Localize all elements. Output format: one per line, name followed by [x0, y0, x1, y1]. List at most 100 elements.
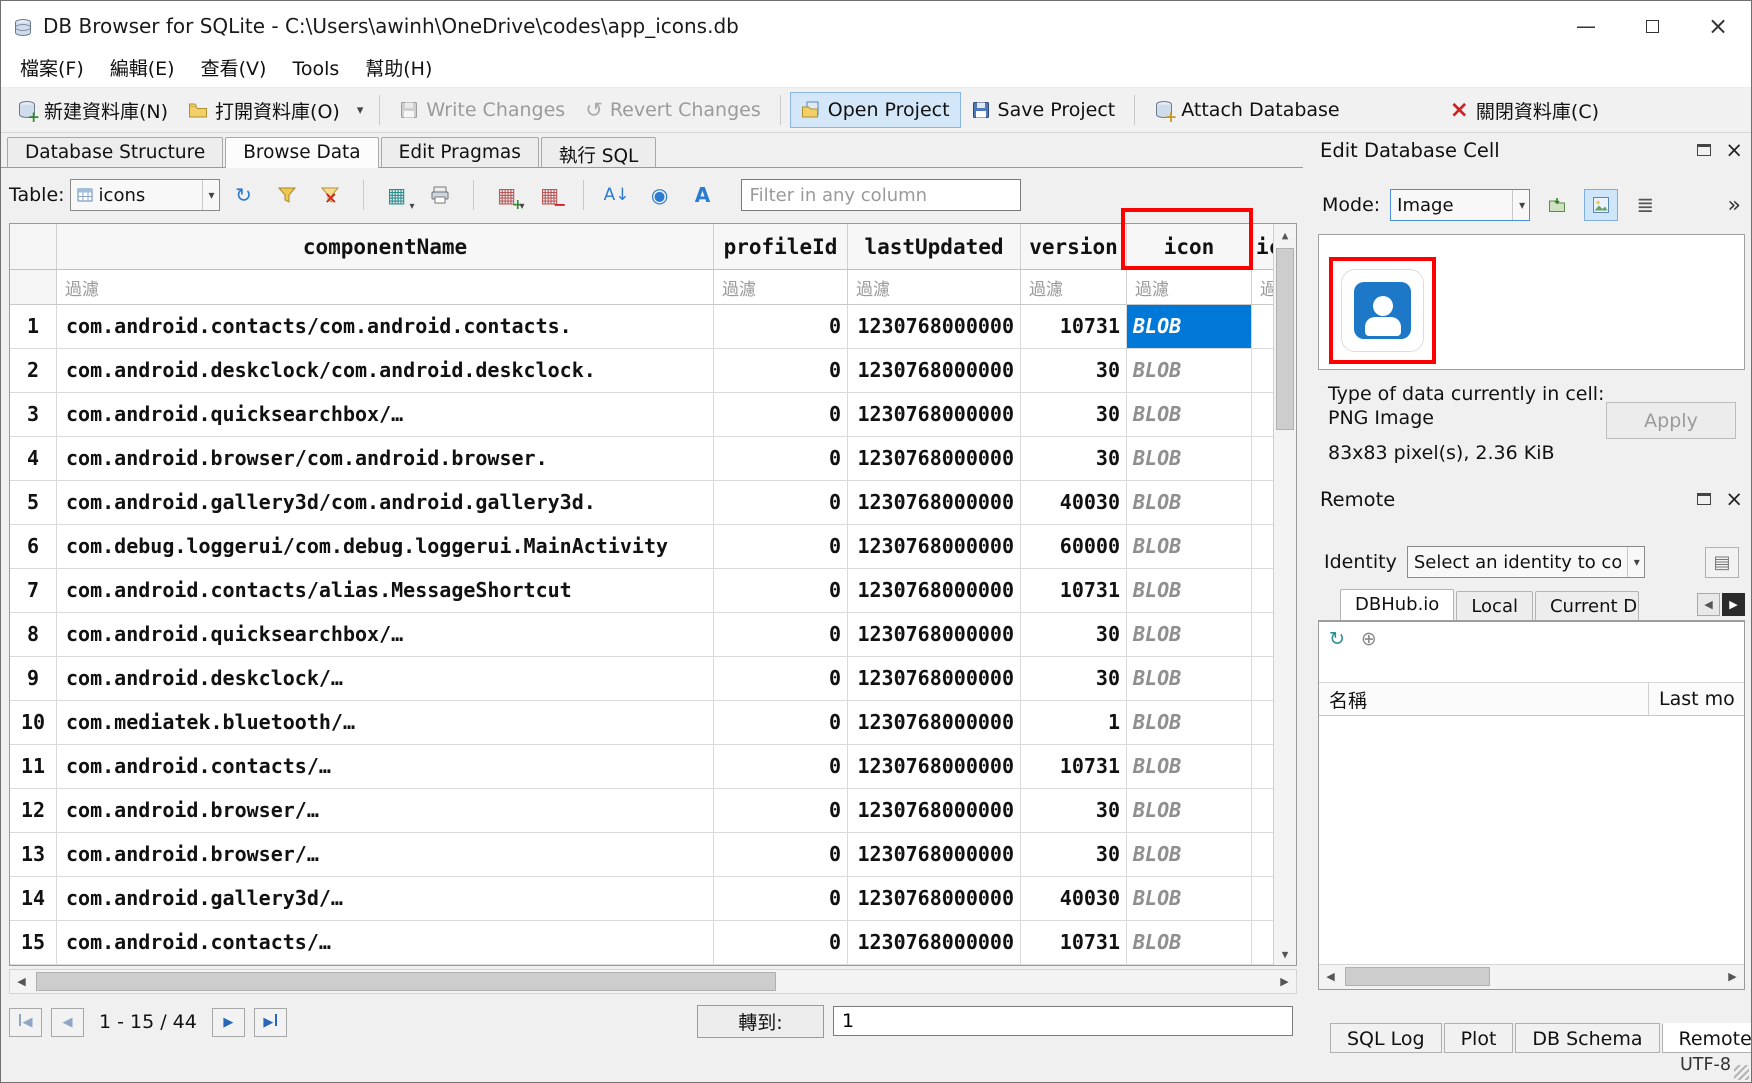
cell-profileId[interactable]: 0 [714, 657, 848, 700]
image-view-button[interactable] [1584, 189, 1618, 221]
insert-record-button[interactable]: ▦+▾ [488, 178, 526, 212]
remote-column-name[interactable]: 名稱 [1319, 683, 1649, 715]
cell-version[interactable]: 30 [1021, 833, 1127, 876]
close-database-button[interactable]: × 關閉資料庫(C) [1440, 91, 1609, 130]
filter-profileId[interactable]: 過濾 [714, 270, 848, 304]
horizontal-scrollbar[interactable]: ◀ ▶ [9, 969, 1297, 994]
import-data-button[interactable] [1540, 189, 1574, 221]
goto-record-input[interactable] [833, 1006, 1293, 1036]
cell-icon[interactable]: BLOB [1127, 393, 1252, 436]
cell-version[interactable]: 10731 [1021, 745, 1127, 788]
cell-lastUpdated[interactable]: 1230768000000 [848, 613, 1021, 656]
cell-componentName[interactable]: com.android.contacts/… [57, 745, 714, 788]
cell-lastUpdated[interactable]: 1230768000000 [848, 569, 1021, 612]
tab-db-schema[interactable]: DB Schema [1515, 1023, 1659, 1053]
cell-icon[interactable]: BLOB [1127, 613, 1252, 656]
cell-profileId[interactable]: 0 [714, 745, 848, 788]
cell-profileId[interactable]: 0 [714, 393, 848, 436]
revert-changes-button[interactable]: ↺ Revert Changes [575, 92, 771, 128]
cell-componentName[interactable]: com.android.quicksearchbox/… [57, 613, 714, 656]
cell-icon[interactable]: BLOB [1127, 349, 1252, 392]
apply-button[interactable]: Apply [1606, 402, 1736, 439]
cell-lastUpdated[interactable]: 1230768000000 [848, 305, 1021, 348]
remote-horizontal-scrollbar[interactable]: ◀ ▶ [1319, 964, 1744, 989]
delete-record-button[interactable]: ▦− [531, 178, 569, 212]
cell-icon[interactable]: BLOB [1127, 789, 1252, 832]
filter-componentName[interactable]: 過濾 [57, 270, 714, 304]
cell-partial[interactable] [1252, 481, 1273, 524]
maximize-button[interactable] [1619, 1, 1685, 51]
scroll-up-icon[interactable]: ▲ [1274, 224, 1296, 246]
row-number[interactable]: 11 [10, 745, 57, 788]
cell-profileId[interactable]: 0 [714, 481, 848, 524]
encoding-button[interactable]: A [684, 178, 722, 212]
filter-lastUpdated[interactable]: 過濾 [848, 270, 1021, 304]
row-number[interactable]: 4 [10, 437, 57, 480]
cell-version[interactable]: 30 [1021, 349, 1127, 392]
minimize-button[interactable]: — [1553, 1, 1619, 51]
remote-refresh-button[interactable]: ↻ [1329, 628, 1345, 650]
cell-lastUpdated[interactable]: 1230768000000 [848, 745, 1021, 788]
save-display-button[interactable]: ▦▾ [378, 178, 416, 212]
tab-local[interactable]: Local [1456, 591, 1533, 620]
cell-profileId[interactable]: 0 [714, 305, 848, 348]
cell-lastUpdated[interactable]: 1230768000000 [848, 921, 1021, 964]
cell-lastUpdated[interactable]: 1230768000000 [848, 481, 1021, 524]
close-button[interactable]: × [1685, 1, 1751, 51]
cell-partial[interactable] [1252, 833, 1273, 876]
tab-plot[interactable]: Plot [1444, 1023, 1514, 1053]
scroll-down-icon[interactable]: ▼ [1274, 943, 1296, 965]
cell-icon[interactable]: BLOB [1127, 437, 1252, 480]
tab-scroll-left-icon[interactable]: ◀ [1697, 593, 1720, 616]
scroll-left-icon[interactable]: ◀ [10, 970, 33, 993]
cell-partial[interactable] [1252, 877, 1273, 920]
cell-icon[interactable]: BLOB [1127, 877, 1252, 920]
row-number[interactable]: 8 [10, 613, 57, 656]
menu-view[interactable]: 查看(V) [188, 51, 280, 87]
row-number[interactable]: 9 [10, 657, 57, 700]
cell-componentName[interactable]: com.mediatek.bluetooth/… [57, 701, 714, 744]
cell-componentName[interactable]: com.debug.loggerui/com.debug.loggerui.Ma… [57, 525, 714, 568]
find-in-table-button[interactable]: ◉ [641, 178, 679, 212]
remote-clone-button[interactable]: ⊕ [1361, 628, 1377, 650]
first-record-button[interactable]: ◀ [9, 1008, 42, 1037]
menu-file[interactable]: 檔案(F) [7, 51, 97, 87]
row-number[interactable]: 15 [10, 921, 57, 964]
row-number[interactable]: 3 [10, 393, 57, 436]
scroll-left-icon[interactable]: ◀ [1319, 965, 1342, 988]
menu-edit[interactable]: 編輯(E) [97, 51, 188, 87]
cell-version[interactable]: 30 [1021, 613, 1127, 656]
cell-profileId[interactable]: 0 [714, 701, 848, 744]
tab-execute-sql[interactable]: 執行 SQL [541, 137, 657, 167]
tab-remote[interactable]: Remote [1662, 1023, 1752, 1053]
cell-lastUpdated[interactable]: 1230768000000 [848, 789, 1021, 832]
horizontal-scrollbar-thumb[interactable] [36, 972, 776, 991]
cell-lastUpdated[interactable]: 1230768000000 [848, 349, 1021, 392]
row-number[interactable]: 13 [10, 833, 57, 876]
tab-database-structure[interactable]: Database Structure [7, 137, 223, 167]
text-view-button[interactable]: ≣ [1628, 189, 1662, 221]
tab-current-database[interactable]: Current Dat [1535, 591, 1639, 620]
cell-partial[interactable] [1252, 525, 1273, 568]
more-tools-icon[interactable]: » [1728, 193, 1741, 218]
cell-icon[interactable]: BLOB [1127, 657, 1252, 700]
row-number[interactable]: 10 [10, 701, 57, 744]
cell-lastUpdated[interactable]: 1230768000000 [848, 877, 1021, 920]
cell-partial[interactable] [1252, 657, 1273, 700]
cell-version[interactable]: 30 [1021, 393, 1127, 436]
column-header-profileId[interactable]: profileId [714, 224, 848, 269]
cell-partial[interactable] [1252, 437, 1273, 480]
cell-lastUpdated[interactable]: 1230768000000 [848, 393, 1021, 436]
cell-componentName[interactable]: com.android.deskclock/… [57, 657, 714, 700]
cell-version[interactable]: 60000 [1021, 525, 1127, 568]
open-database-button[interactable]: 打開資料庫(O) [178, 91, 350, 130]
cell-profileId[interactable]: 0 [714, 437, 848, 480]
clear-filter-button[interactable]: × [311, 178, 349, 212]
cell-partial[interactable] [1252, 305, 1273, 348]
cell-lastUpdated[interactable]: 1230768000000 [848, 701, 1021, 744]
cell-version[interactable]: 10731 [1021, 921, 1127, 964]
cell-partial[interactable] [1252, 921, 1273, 964]
cell-version[interactable]: 30 [1021, 789, 1127, 832]
cell-partial[interactable] [1252, 745, 1273, 788]
column-header-partial[interactable]: ic [1252, 224, 1273, 269]
